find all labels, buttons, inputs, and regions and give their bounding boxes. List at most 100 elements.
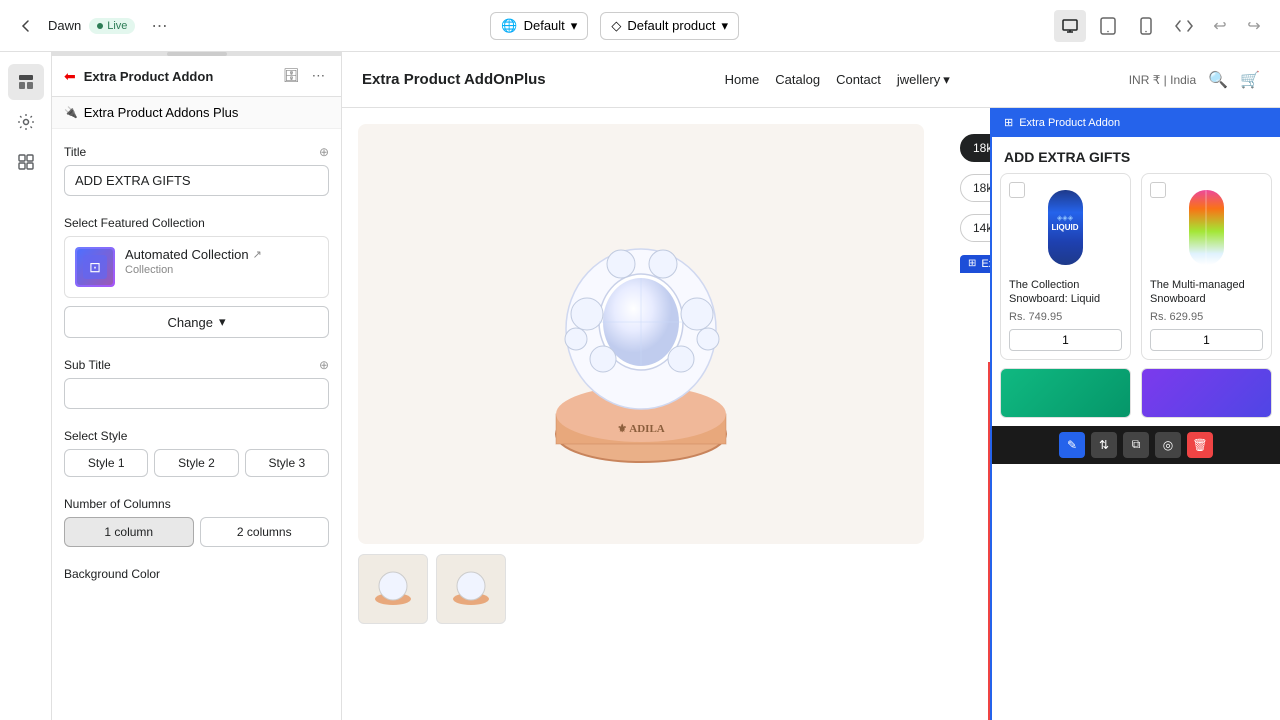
undo-button[interactable]: ↩ [1206,12,1234,40]
title-input[interactable] [64,165,329,196]
sidebar-item-settings[interactable] [8,104,44,140]
topbar-left: Dawn Live ⋯ [12,12,175,40]
subtitle-label: Sub Title ⊕ [64,358,329,372]
addon-product-name-1: The Collection Snowboard: Liquid [1009,278,1122,307]
diamond-icon: ◇ [611,18,621,34]
collection-label: Select Featured Collection [64,216,329,230]
addon-product-row-1: LIQUID ◈◈◈ The Collection Snowboard: Liq… [1000,173,1272,360]
addon-product-name-2: The Multi-managed Snowboard [1150,278,1263,307]
tablet-view-button[interactable] [1092,10,1124,42]
redo-button[interactable]: ↪ [1240,12,1268,40]
more-button[interactable]: ⋯ [143,12,175,40]
nav-catalog[interactable]: Catalog [775,72,820,87]
theme-selector[interactable]: 🌐 Default ▾ [490,12,588,40]
main-product-image: ⚜ ADILA [358,124,924,544]
preview-browser: Extra Product AddOnPlus Home Catalog Con… [342,52,1280,720]
desktop-view-button[interactable] [1054,10,1086,42]
subtitle-input[interactable] [64,378,329,409]
chevron-down-icon: ▾ [722,18,729,34]
back-button[interactable] [12,12,40,40]
toolbar-delete-btn[interactable]: 🗑 [1187,432,1213,458]
title-db-icon: ⊕ [319,145,329,159]
addon-product-price-2: Rs. 629.95 [1150,311,1263,323]
columns-field-group: Number of Columns 1 column 2 columns [64,497,329,547]
2-columns-button[interactable]: 2 columns [200,517,330,547]
panel-database-icon[interactable]: 🗄 [279,66,304,86]
thumbnail-1[interactable] [358,554,428,624]
subtitle-db-icon: ⊕ [319,358,329,372]
addon-header-label: ⊞ Extra Product Addon [992,108,1280,137]
addon-panel: ⊞ Extra Product Addon ADD EXTRA GIFTS [990,108,1280,720]
1-column-button[interactable]: 1 column [64,517,194,547]
chevron-down-icon: ▾ [571,18,578,34]
addon-qty-2[interactable] [1150,329,1263,351]
preview-area: Extra Product AddOnPlus Home Catalog Con… [342,52,1280,720]
subtitle-field-group: Sub Title ⊕ [64,358,329,409]
style-3-button[interactable]: Style 3 [245,449,329,477]
product-gallery: ⚜ ADILA [342,108,940,720]
panel-sub-icon: 🔌 [64,106,78,119]
code-view-button[interactable] [1168,10,1200,42]
svg-text:◈◈◈: ◈◈◈ [1057,215,1074,222]
addon-checkbox-1[interactable] [1009,182,1025,198]
panel-sub-title: Extra Product Addons Plus [84,105,239,120]
collection-box: ⊡ Automated Collection ↗ Collection [64,236,329,298]
nav-contact[interactable]: Contact [836,72,881,87]
toolbar-move-btn[interactable]: ⇅ [1091,432,1117,458]
panel-more-icon[interactable]: ⋯ [308,66,329,86]
addon-header-icon: ⊞ [1004,116,1013,129]
addon-qty-1[interactable] [1009,329,1122,351]
sidebar-item-sections[interactable] [8,64,44,100]
icon-sidebar [0,52,52,720]
store-nav: Home Catalog Contact jwellery ▾ [725,72,950,88]
search-icon[interactable]: 🔍 [1208,70,1228,90]
topbar-right: ↩ ↪ [1054,10,1268,42]
store-name: Dawn [48,18,81,33]
external-link-icon[interactable]: ↗ [253,248,262,261]
bg-color-label: Background Color [64,567,329,581]
panel-sub-header: 🔌 Extra Product Addons Plus [52,97,341,129]
addon-product-row-2 [1000,368,1272,418]
bg-color-field-group: Background Color [64,567,329,581]
product-selector[interactable]: ◇ Default product ▾ [600,12,739,40]
style-1-button[interactable]: Style 1 [64,449,148,477]
addon-panel-title: ADD EXTRA GIFTS [992,137,1280,173]
style-buttons: Style 1 Style 2 Style 3 [64,449,329,477]
sidebar-item-apps[interactable] [8,144,44,180]
nav-home[interactable]: Home [725,72,760,87]
mobile-view-button[interactable] [1130,10,1162,42]
panel-body: Title ⊕ Select Featured Collection ⊡ [52,129,341,720]
addon-label-icon: ⊞ [968,258,976,269]
addon-product-img-1: LIQUID ◈◈◈ [1009,182,1122,272]
panel-back-icon[interactable]: ⬅ [64,68,76,85]
addon-product-3 [1000,368,1131,418]
title-label: Title ⊕ [64,145,329,159]
addon-bottom-toolbar: ✎ ⇅ ⧉ ◎ 🗑 [992,426,1280,464]
svg-text:⊡: ⊡ [89,259,101,275]
style-label: Select Style [64,429,329,443]
store-header-right: INR ₹ | India 🔍 🛒 [1129,70,1260,90]
addon-product-4 [1141,368,1272,418]
currency-selector[interactable]: INR ₹ | India [1129,73,1196,87]
columns-buttons: 1 column 2 columns [64,517,329,547]
thumbnail-row [358,554,924,624]
title-field-group: Title ⊕ [64,145,329,196]
collection-thumbnail: ⊡ [75,247,115,287]
topbar: Dawn Live ⋯ 🌐 Default ▾ ◇ Default produc… [0,0,1280,52]
toolbar-hide-btn[interactable]: ◎ [1155,432,1181,458]
addon-checkbox-2[interactable] [1150,182,1166,198]
toolbar-edit-btn[interactable]: ✎ [1059,432,1085,458]
nav-chevron-icon: ▾ [943,72,950,88]
toolbar-duplicate-btn[interactable]: ⧉ [1123,432,1149,458]
main-layout: ⬅ Extra Product Addon 🗄 ⋯ 🔌 Extra Produc… [0,0,1280,720]
collection-type: Collection [125,264,318,276]
thumbnail-2[interactable] [436,554,506,624]
collection-field-group: Select Featured Collection ⊡ Automated C… [64,216,329,338]
change-chevron-icon: ▾ [219,314,226,330]
nav-jewellery[interactable]: jwellery ▾ [897,72,950,88]
cart-icon[interactable]: 🛒 [1240,70,1260,90]
style-2-button[interactable]: Style 2 [154,449,238,477]
collection-thumb-inner: ⊡ [77,249,113,285]
change-collection-button[interactable]: Change ▾ [64,306,329,338]
style-field-group: Select Style Style 1 Style 2 Style 3 [64,429,329,477]
